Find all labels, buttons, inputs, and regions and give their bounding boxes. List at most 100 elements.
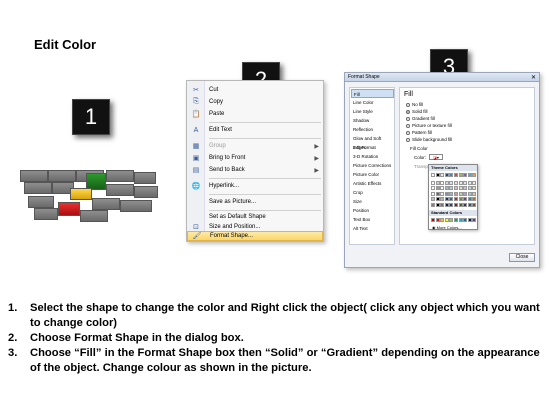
color-swatch[interactable]: [440, 191, 445, 196]
menu-item-size-and-position[interactable]: ⊡ Size and Position...: [187, 222, 323, 231]
color-swatch[interactable]: [431, 191, 435, 196]
radio-gradient-fill[interactable]: Gradient fill: [406, 116, 435, 121]
color-swatch[interactable]: [435, 191, 440, 196]
color-swatch[interactable]: [440, 173, 445, 177]
color-swatch[interactable]: [472, 180, 477, 185]
menu-item-format-shape[interactable]: 🖌 Format Shape...: [187, 231, 323, 241]
menu-item-send-to-back[interactable]: ▤ Send to Back ▶: [187, 164, 323, 176]
color-swatch[interactable]: [444, 173, 449, 177]
nav-item-alt-text[interactable]: Alt Text: [351, 224, 394, 233]
nav-item-shadow[interactable]: Shadow: [351, 116, 394, 125]
nav-item-picture-color[interactable]: Picture Color: [351, 170, 394, 179]
color-swatch[interactable]: [449, 180, 454, 185]
color-swatch[interactable]: [435, 218, 440, 222]
color-swatch[interactable]: [444, 191, 449, 196]
color-swatch[interactable]: [454, 191, 458, 196]
radio-button[interactable]: [406, 102, 410, 107]
brick[interactable]: [134, 186, 158, 198]
radio-solid-fill[interactable]: Solid fill: [406, 109, 428, 114]
radio-button[interactable]: [406, 116, 410, 121]
brick-highlight-yellow[interactable]: [70, 188, 92, 200]
color-swatch[interactable]: [472, 197, 477, 201]
color-swatch[interactable]: [449, 202, 454, 207]
nav-item-size[interactable]: Size: [351, 197, 394, 206]
menu-item-edit-text[interactable]: A Edit Text: [187, 124, 323, 136]
color-swatch[interactable]: [435, 202, 440, 207]
radio-button[interactable]: [406, 130, 410, 135]
menu-item-save-as-picture[interactable]: Save as Picture...: [187, 196, 323, 208]
color-swatch[interactable]: [463, 186, 468, 190]
brick[interactable]: [48, 170, 76, 182]
menu-item-group[interactable]: ▦ Group ▶: [187, 140, 323, 152]
color-swatch[interactable]: [431, 218, 435, 222]
brick[interactable]: [106, 170, 134, 182]
color-swatch[interactable]: [463, 191, 468, 196]
color-swatch[interactable]: [454, 173, 458, 177]
color-swatch[interactable]: [449, 218, 454, 222]
brick[interactable]: [34, 208, 58, 220]
nav-item-text-box[interactable]: Text Box: [351, 215, 394, 224]
color-swatch[interactable]: [467, 180, 472, 185]
color-swatch[interactable]: [440, 218, 445, 222]
color-swatch[interactable]: [454, 197, 458, 201]
color-swatch[interactable]: [435, 180, 440, 185]
nav-item-3d-rotation[interactable]: 3-D Rotation: [351, 152, 394, 161]
menu-item-paste[interactable]: 📋 Paste: [187, 108, 323, 120]
color-swatch[interactable]: [454, 180, 458, 185]
color-swatch[interactable]: [472, 202, 477, 207]
color-swatch[interactable]: [449, 191, 454, 196]
nav-item-crop[interactable]: Crop: [351, 188, 394, 197]
color-swatch[interactable]: [463, 218, 468, 222]
color-swatch[interactable]: [458, 191, 463, 196]
radio-button[interactable]: [406, 137, 410, 142]
color-swatch[interactable]: [472, 173, 477, 177]
color-swatch[interactable]: [431, 186, 435, 190]
radio-slide-background-fill[interactable]: Slide background fill: [406, 137, 452, 142]
nav-item-line-style[interactable]: Line Style: [351, 107, 394, 116]
color-swatch[interactable]: [449, 173, 454, 177]
color-swatch[interactable]: [463, 197, 468, 201]
color-swatch[interactable]: [440, 180, 445, 185]
color-swatch[interactable]: [454, 218, 458, 222]
menu-item-cut[interactable]: ✂ Cut: [187, 84, 323, 96]
color-swatch[interactable]: [431, 197, 435, 201]
color-swatch[interactable]: [472, 191, 477, 196]
color-swatch[interactable]: [449, 186, 454, 190]
color-swatch[interactable]: [472, 186, 477, 190]
radio-no-fill[interactable]: No fill: [406, 102, 423, 107]
color-swatch[interactable]: [467, 173, 472, 177]
brick[interactable]: [28, 196, 54, 208]
color-swatch[interactable]: [440, 202, 445, 207]
brick[interactable]: [120, 200, 152, 212]
radio-button[interactable]: [406, 109, 410, 114]
more-colors-link[interactable]: ◉ More Colors...: [432, 225, 462, 230]
color-swatch[interactable]: [463, 180, 468, 185]
color-swatch[interactable]: [444, 218, 449, 222]
nav-item-reflection[interactable]: Reflection: [351, 125, 394, 134]
color-swatch[interactable]: [467, 218, 472, 222]
color-swatch[interactable]: [431, 173, 435, 177]
nav-item-picture-corrections[interactable]: Picture Corrections: [351, 161, 394, 170]
color-swatch[interactable]: [463, 173, 468, 177]
nav-item-glow-soft-edges[interactable]: Glow and Soft Edges: [351, 134, 394, 150]
color-swatch[interactable]: [435, 186, 440, 190]
color-swatch[interactable]: [444, 202, 449, 207]
brick-highlight-red[interactable]: [58, 202, 80, 216]
color-swatch[interactable]: [431, 180, 435, 185]
color-swatch[interactable]: [449, 197, 454, 201]
color-swatch[interactable]: [444, 180, 449, 185]
menu-item-set-default-shape[interactable]: Set as Default Shape: [187, 212, 323, 222]
color-swatch[interactable]: [467, 197, 472, 201]
color-swatch[interactable]: [458, 186, 463, 190]
color-swatch[interactable]: [440, 197, 445, 201]
color-swatch[interactable]: [458, 180, 463, 185]
nav-item-line-color[interactable]: Line Color: [351, 98, 394, 107]
radio-button[interactable]: [406, 123, 410, 128]
brick[interactable]: [24, 182, 52, 194]
brick[interactable]: [20, 170, 48, 182]
color-swatch[interactable]: [431, 202, 435, 207]
color-swatch[interactable]: [458, 202, 463, 207]
brick[interactable]: [80, 210, 108, 222]
brick[interactable]: [106, 184, 134, 196]
color-swatch[interactable]: [458, 218, 463, 222]
